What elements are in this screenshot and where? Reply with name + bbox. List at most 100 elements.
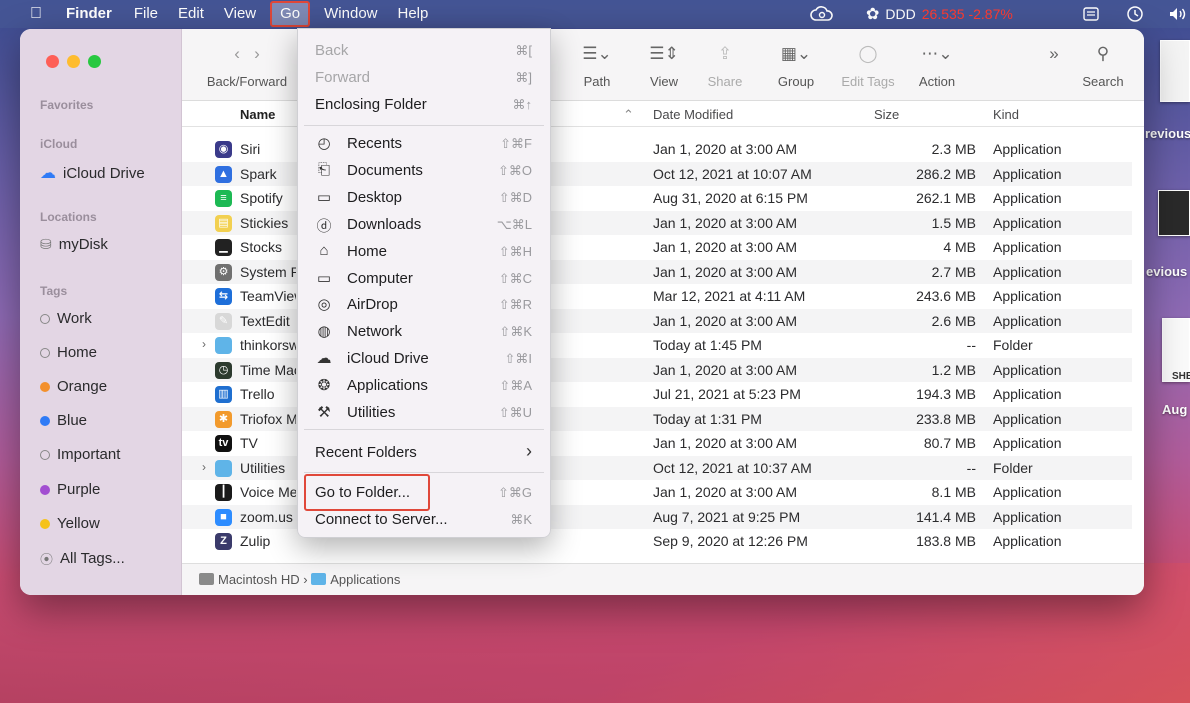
desktop-file-label[interactable]: evious: [1146, 264, 1187, 279]
file-size: 8.1 MB: [931, 484, 976, 500]
menu-item-computer[interactable]: ▭ Computer ⇧⌘C: [298, 266, 550, 292]
zoom-button[interactable]: [88, 55, 101, 68]
minimize-button[interactable]: [67, 55, 80, 68]
menu-finder[interactable]: Finder: [56, 0, 124, 28]
menu-item-forward[interactable]: Forward ⌘]: [298, 65, 550, 91]
sidebar-item-mydisk[interactable]: ⛁ myDisk: [40, 236, 108, 253]
menu-shortcut: ⌘K: [510, 512, 532, 527]
file-size: 262.1 MB: [916, 190, 976, 206]
file-name: Voice Memos: [240, 484, 296, 500]
path-folder[interactable]: Applications: [330, 572, 400, 587]
utilities-icon: ⚒: [317, 404, 331, 421]
menu-item-documents[interactable]: ⎗ Documents ⇧⌘O: [298, 158, 550, 184]
menu-shortcut: ⇧⌘O: [497, 162, 532, 178]
sidebar-tag-orange[interactable]: Orange: [40, 378, 107, 395]
menu-view[interactable]: View: [214, 0, 266, 28]
volume-icon[interactable]: [1168, 0, 1188, 28]
folder-icon: [215, 459, 232, 477]
column-name[interactable]: Name: [240, 107, 275, 122]
more-toolbar-button[interactable]: »: [1044, 43, 1064, 65]
sidebar-tag-work[interactable]: Work: [40, 310, 92, 327]
menu-item-desktop[interactable]: ▭ Desktop ⇧⌘D: [298, 185, 550, 211]
finder-window: Favorites iCloud ☁ iCloud Drive Location…: [20, 29, 1144, 595]
menu-window[interactable]: Window: [314, 0, 387, 28]
menu-item-home[interactable]: ⌂ Home ⇧⌘H: [298, 239, 550, 265]
menu-help[interactable]: Help: [388, 0, 439, 28]
edit-tags-button[interactable]: ◯ Edit Tags: [836, 43, 900, 89]
view-button[interactable]: ☰⇕ View: [643, 43, 685, 89]
sidebar-all-tags[interactable]: ⦿ All Tags...: [40, 549, 125, 568]
app-icon: Z: [215, 533, 232, 550]
close-button[interactable]: [46, 55, 59, 68]
column-kind[interactable]: Kind: [993, 107, 1019, 122]
menu-item-applications[interactable]: ❂ Applications ⇧⌘A: [298, 373, 550, 399]
menu-item-recent-folders[interactable]: Recent Folders ›: [298, 440, 550, 466]
menu-go[interactable]: Go: [270, 1, 311, 27]
group-button[interactable]: ▦⌄ Group: [771, 43, 821, 89]
file-date: Jan 1, 2020 at 3:00 AM: [653, 435, 797, 451]
menu-shortcut: ⇧⌘R: [498, 297, 532, 313]
submenu-arrow-icon: ›: [526, 441, 532, 461]
view-label: View: [650, 74, 678, 89]
menu-item-enclosing-folder[interactable]: Enclosing Folder ⌘↑: [298, 92, 550, 118]
sidebar-tag-home[interactable]: Home: [40, 344, 97, 361]
file-date: Jan 1, 2020 at 3:00 AM: [653, 239, 797, 255]
creative-cloud-icon[interactable]: [810, 0, 834, 28]
column-size[interactable]: Size: [874, 107, 899, 122]
menu-item-label: iCloud Drive: [347, 350, 429, 368]
sidebar-tag-purple[interactable]: Purple: [40, 481, 100, 498]
sidebar-tag-yellow[interactable]: Yellow: [40, 515, 100, 532]
sidebar-tag-important[interactable]: Important: [40, 446, 120, 463]
menu-item-recents[interactable]: ◴ Recents ⇧⌘F: [298, 131, 550, 157]
file-name: Siri: [240, 141, 261, 157]
back-forward-chevrons-icon[interactable]: ‹ ›: [202, 43, 292, 65]
file-date: Today at 1:31 PM: [653, 410, 762, 427]
desktop-file-label[interactable]: SHE: [1172, 371, 1190, 382]
path-disk[interactable]: Macintosh HD: [218, 572, 300, 587]
sidebar-item-label: myDisk: [58, 236, 108, 253]
app-icon: ✎: [215, 312, 232, 330]
time-machine-icon[interactable]: [1126, 0, 1144, 28]
path-button[interactable]: ☰⌄ Path: [572, 43, 622, 89]
menu-item-downloads[interactable]: ⓓ Downloads ⌥⌘L: [298, 212, 550, 238]
menu-item-label: Recents: [347, 135, 403, 152]
input-menu-icon[interactable]: [1083, 0, 1099, 28]
menu-item-airdrop[interactable]: ◎ AirDrop ⇧⌘R: [298, 292, 550, 318]
desktop-file-thumbnail[interactable]: [1158, 190, 1190, 236]
desktop-file-label[interactable]: revious: [1145, 126, 1190, 141]
search-icon: ⚲: [1096, 44, 1110, 63]
menu-shortcut: ⇧⌘G: [497, 485, 532, 500]
file-size: 2.6 MB: [931, 312, 976, 329]
desktop-file-thumbnail[interactable]: [1160, 40, 1190, 102]
menu-item-back[interactable]: Back ⌘[: [298, 38, 550, 64]
sidebar-header-favorites: Favorites: [40, 98, 94, 112]
file-kind: Application: [993, 410, 1062, 427]
apple-menu-icon[interactable]: : [0, 0, 56, 28]
menu-edit[interactable]: Edit: [168, 0, 214, 28]
desktop-file-label[interactable]: Aug: [1162, 402, 1187, 417]
file-date: Aug 7, 2021 at 9:25 PM: [653, 508, 801, 525]
menu-item-connect-to-server[interactable]: Connect to Server... ⌘K: [298, 507, 550, 533]
back-forward-control[interactable]: ‹ › Back/Forward: [202, 43, 292, 89]
disclosure-triangle-icon[interactable]: ›: [202, 337, 206, 351]
sidebar-header-locations: Locations: [40, 210, 97, 224]
search-label: Search: [1082, 74, 1124, 89]
disclosure-triangle-icon[interactable]: ›: [202, 460, 206, 474]
menu-item-network[interactable]: ◍ Network ⇧⌘K: [298, 319, 550, 345]
sidebar-item-icloud-drive[interactable]: ☁ iCloud Drive: [40, 163, 145, 183]
action-button[interactable]: ⋯⌄ Action: [916, 43, 958, 89]
share-button[interactable]: ⇪ Share: [704, 43, 746, 89]
sidebar-tag-blue[interactable]: Blue: [40, 412, 87, 429]
menu-item-utilities[interactable]: ⚒ Utilities ⇧⌘U: [298, 400, 550, 426]
file-date: Jan 1, 2020 at 3:00 AM: [653, 141, 797, 157]
path-icon: ☰⌄: [582, 44, 612, 63]
search-button[interactable]: ⚲ Search: [1078, 43, 1128, 89]
stock-ticker[interactable]: ✿ DDD 26.535 -2.87%: [866, 0, 1013, 28]
file-date: Jan 1, 2020 at 3:00 AM: [653, 312, 797, 329]
menu-item-icloud-drive[interactable]: ☁ iCloud Drive ⇧⌘I: [298, 346, 550, 372]
sort-chevron-icon[interactable]: ⌃: [623, 107, 634, 123]
column-date-modified[interactable]: Date Modified: [653, 107, 733, 122]
menu-file[interactable]: File: [124, 0, 168, 28]
file-size: --: [966, 459, 976, 476]
file-kind: Application: [993, 239, 1062, 255]
